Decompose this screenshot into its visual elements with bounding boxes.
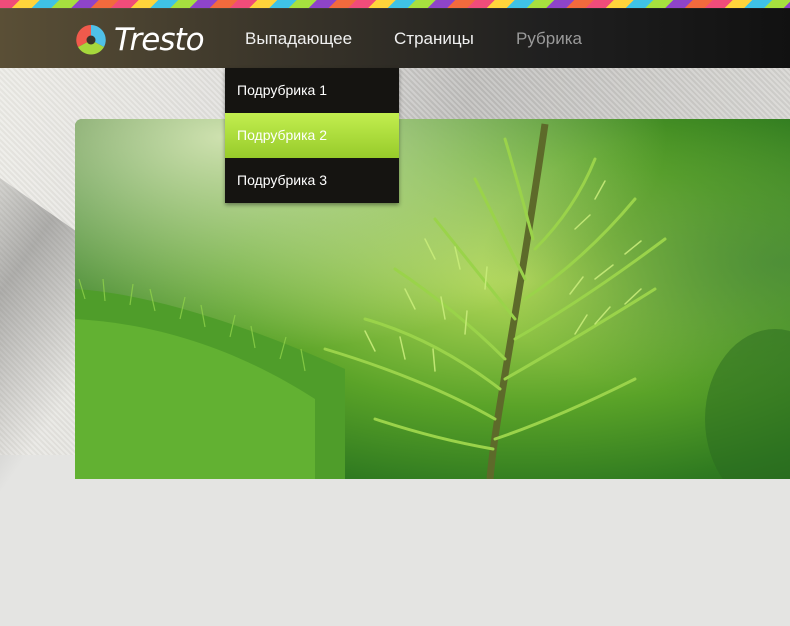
pine-sprout-illustration <box>75 119 790 479</box>
logo-text: Tresto <box>114 22 205 58</box>
tri-color-circle-logo-icon <box>76 25 106 55</box>
nav-dropdown-menu: Подрубрика 1 Подрубрика 2 Подрубрика 3 <box>225 68 399 203</box>
site-logo[interactable]: Tresto <box>74 22 205 58</box>
dropdown-item-subrubric-1[interactable]: Подрубрика 1 <box>225 68 399 113</box>
hero-image <box>75 119 790 479</box>
dropdown-item-subrubric-2[interactable]: Подрубрика 2 <box>225 113 399 158</box>
top-color-stripe <box>0 0 790 8</box>
nav-item-rubric[interactable]: Рубрика <box>516 8 582 68</box>
nav-item-pages[interactable]: Страницы <box>394 8 474 68</box>
nav-item-dropdown[interactable]: Выпадающее <box>245 8 352 68</box>
dropdown-item-subrubric-3[interactable]: Подрубрика 3 <box>225 158 399 203</box>
